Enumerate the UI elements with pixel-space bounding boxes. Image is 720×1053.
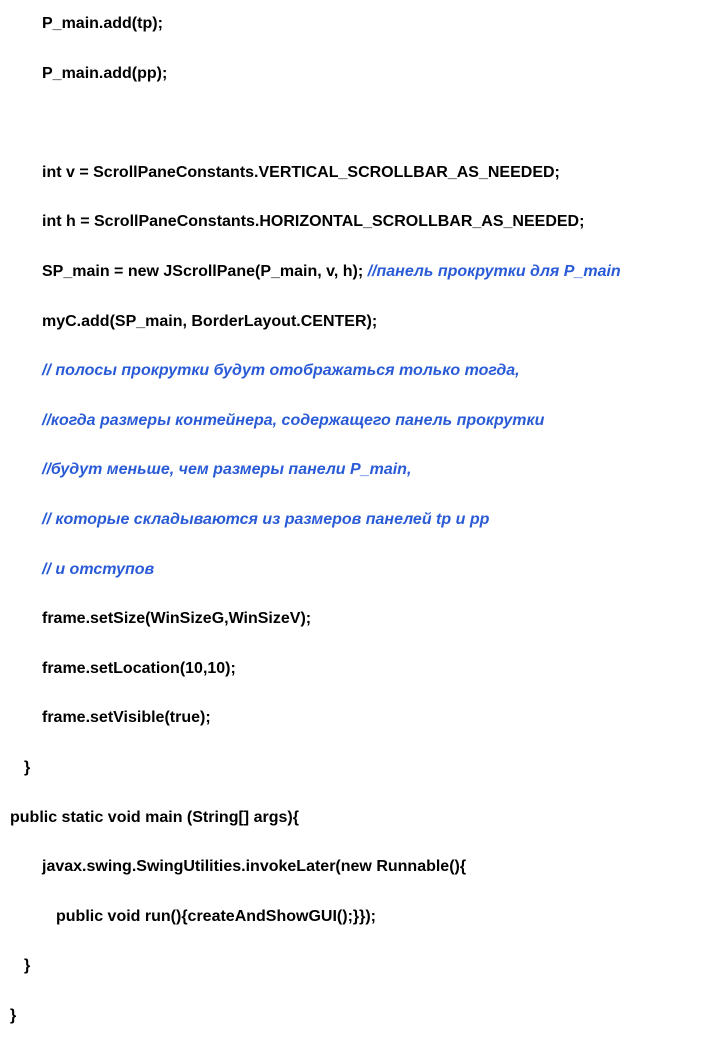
- code-line: frame.setSize(WinSizeG,WinSizeV);: [10, 607, 710, 632]
- code-text: SP_main = new JScrollPane(P_main, v, h);: [42, 263, 368, 280]
- code-comment: //панель прокрутки для P_main: [368, 263, 621, 280]
- code-line: javax.swing.SwingUtilities.invokeLater(n…: [10, 855, 710, 880]
- code-line: }: [10, 954, 710, 979]
- code-block: P_main.add(tp); P_main.add(pp); int v = …: [10, 12, 710, 1053]
- code-line: int h = ScrollPaneConstants.HORIZONTAL_S…: [10, 210, 710, 235]
- code-comment: //будут меньше, чем размеры панели P_mai…: [10, 458, 710, 483]
- code-line: int v = ScrollPaneConstants.VERTICAL_SCR…: [10, 161, 710, 186]
- code-comment: // которые складываются из размеров пане…: [10, 508, 710, 533]
- code-line: public void run(){createAndShowGUI();}})…: [10, 905, 710, 930]
- code-line: public static void main (String[] args){: [10, 806, 710, 831]
- code-line: myC.add(SP_main, BorderLayout.CENTER);: [10, 310, 710, 335]
- code-line: SP_main = new JScrollPane(P_main, v, h);…: [10, 260, 710, 285]
- code-line: P_main.add(tp);: [10, 12, 710, 37]
- code-line: }: [10, 756, 710, 781]
- code-comment: // и отступов: [10, 558, 710, 583]
- blank-line: [10, 111, 710, 136]
- code-line: frame.setLocation(10,10);: [10, 657, 710, 682]
- code-line: P_main.add(pp);: [10, 62, 710, 87]
- code-line: frame.setVisible(true);: [10, 706, 710, 731]
- code-line: }: [10, 1004, 710, 1029]
- code-comment: //когда размеры контейнера, содержащего …: [10, 409, 710, 434]
- code-comment: // полосы прокрутки будут отображаться т…: [10, 359, 710, 384]
